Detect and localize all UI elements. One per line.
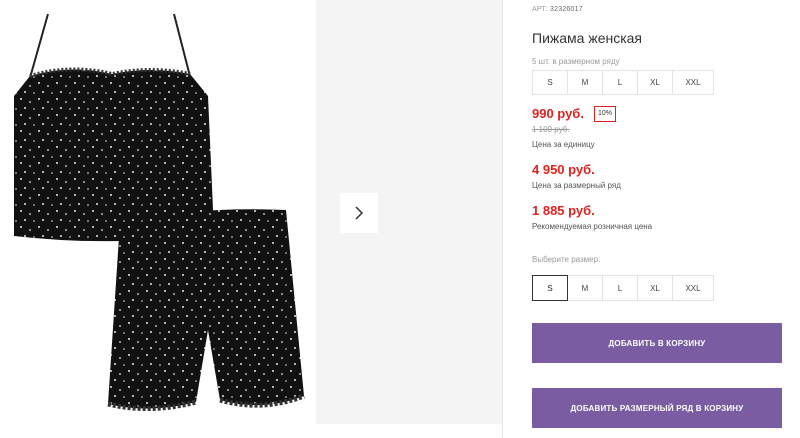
size-option-s[interactable]: S — [532, 275, 568, 301]
size-selector: S M L XL XXL — [532, 275, 714, 301]
old-price: 1 100 руб. — [532, 125, 570, 134]
pack-size-xxl: XXL — [672, 70, 714, 95]
discount-badge: 10% — [594, 106, 617, 122]
add-pack-to-cart-button[interactable]: ДОБАВИТЬ РАЗМЕРНЫЙ РЯД В КОРЗИНУ — [532, 388, 782, 428]
pack-price-caption: Цена за размерный ряд — [532, 181, 621, 190]
size-option-xl[interactable]: XL — [637, 275, 673, 301]
pack-sizes: S M L XL XXL — [532, 70, 714, 95]
size-option-xxl[interactable]: XXL — [672, 275, 714, 301]
product-title: Пижама женская — [532, 30, 643, 46]
pack-label: 5 шт. в размерном ряду — [532, 57, 620, 66]
pack-size-m: M — [567, 70, 603, 95]
unit-price: 990 руб. — [532, 106, 584, 121]
sku-value: 32326017 — [550, 6, 583, 13]
retail-price-caption: Рекомендуемая розничная цена — [532, 222, 653, 231]
product-gallery — [0, 0, 502, 438]
choose-size-label: Выберите размер: — [532, 255, 601, 264]
column-divider — [502, 0, 503, 438]
sku: АРТ: 32326017 — [532, 6, 583, 13]
size-option-m[interactable]: M — [567, 275, 603, 301]
chevron-right-icon — [355, 206, 364, 220]
sku-label: АРТ: — [532, 6, 549, 13]
add-to-cart-button[interactable]: ДОБАВИТЬ В КОРЗИНУ — [532, 323, 782, 363]
unit-price-caption: Цена за единицу — [532, 140, 595, 149]
product-photo[interactable] — [0, 0, 316, 438]
pack-size-s: S — [532, 70, 568, 95]
pack-size-l: L — [602, 70, 638, 95]
size-option-l[interactable]: L — [602, 275, 638, 301]
gallery-next-button[interactable] — [340, 193, 378, 233]
pajama-image — [14, 13, 305, 411]
pack-size-xl: XL — [637, 70, 673, 95]
retail-price: 1 885 руб. — [532, 203, 595, 218]
pack-price: 4 950 руб. — [532, 162, 595, 177]
